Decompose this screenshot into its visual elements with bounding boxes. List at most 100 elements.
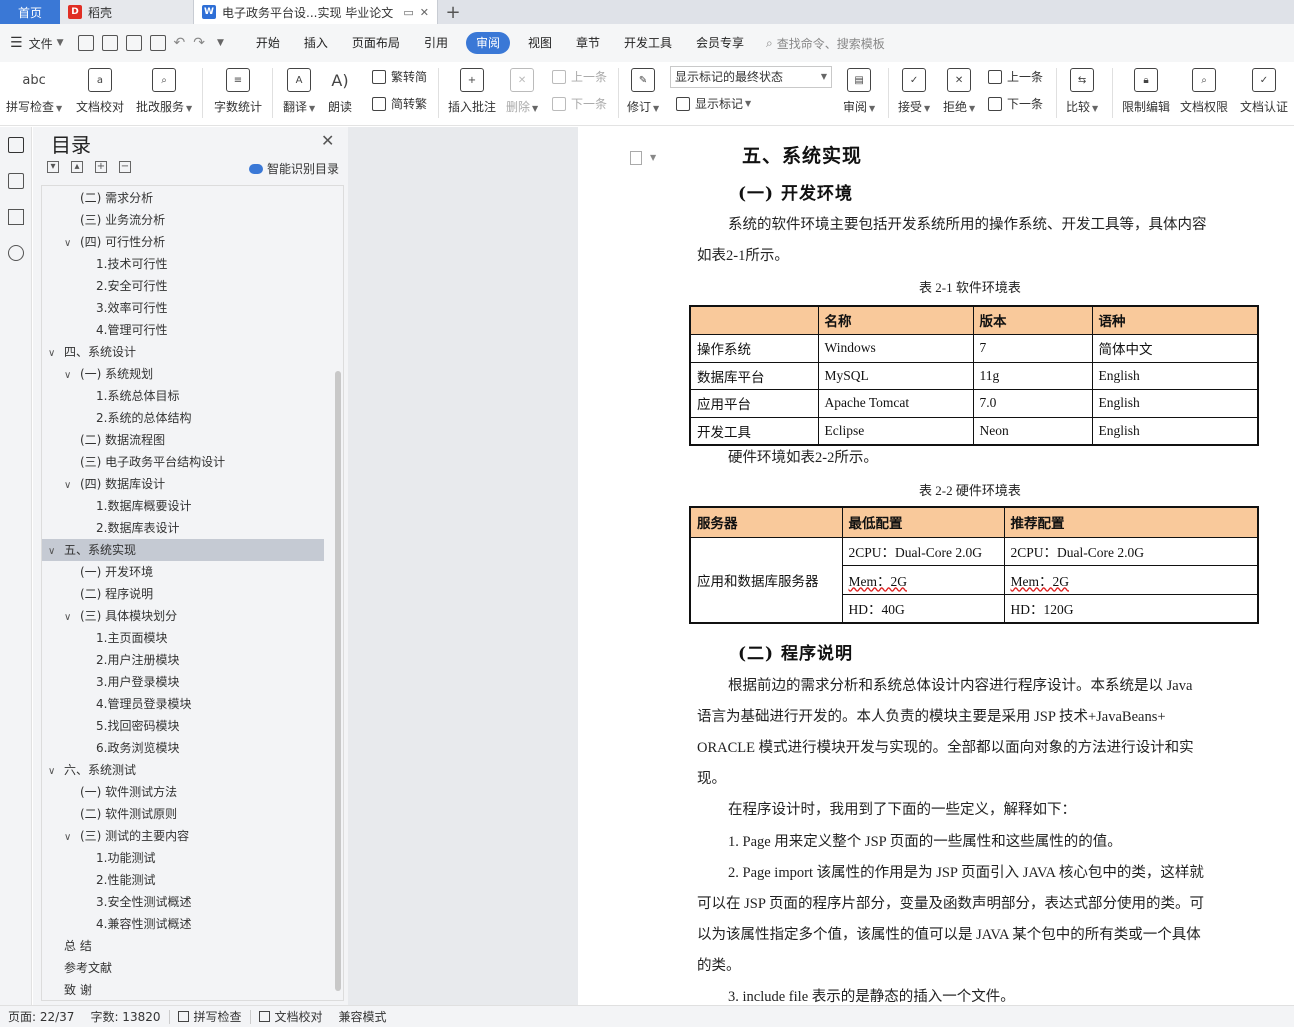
tab-document[interactable]: W 电子政务平台设...实现 毕业论文 ▭ ✕ <box>194 0 438 24</box>
redo-icon[interactable]: ↷ <box>193 35 205 51</box>
toc-item[interactable]: (二) 数据流程图 <box>42 429 324 451</box>
track-changes-button[interactable]: ✎ 修订 ▼ <box>627 68 659 115</box>
next-change-button[interactable]: 下一条 <box>988 95 1043 112</box>
chevron-down-icon[interactable]: ▼ <box>57 38 64 48</box>
document-page[interactable]: ▼ 五、系统实现 (一) 开发环境 系统的软件环境主要包括开发系统所用的操作系统… <box>578 127 1294 1005</box>
close-tab-icon[interactable]: ✕ <box>420 6 429 19</box>
page-layout-icon[interactable] <box>630 151 642 165</box>
tab-home[interactable]: 首页 <box>0 0 60 24</box>
doc-permission-button[interactable]: ⌕ 文档权限 <box>1180 68 1228 115</box>
toc-item[interactable]: (三) 电子政务平台结构设计 <box>42 451 324 473</box>
ribbon-tab[interactable]: 章节 <box>564 32 612 54</box>
chevron-down-icon[interactable]: ∨ <box>64 233 76 255</box>
toc-item[interactable]: (二) 软件测试原则 <box>42 803 324 825</box>
page-indicator[interactable]: 页面: 22/37 <box>0 1008 82 1025</box>
toc-item[interactable]: 2.安全可行性 <box>42 275 324 297</box>
toc-icon[interactable] <box>8 137 24 153</box>
chevron-down-icon[interactable]: ▼ <box>650 153 656 162</box>
window-icon[interactable]: ▭ <box>403 6 413 19</box>
toc-item[interactable]: 2.数据库表设计 <box>42 517 324 539</box>
chevron-down-icon[interactable]: ∨ <box>48 761 60 783</box>
ribbon-tab[interactable]: 页面布局 <box>340 32 412 54</box>
chevron-down-icon[interactable]: ∨ <box>48 541 60 563</box>
close-icon[interactable]: ✕ <box>321 131 334 150</box>
navigation-icon[interactable] <box>8 173 24 189</box>
search-icon[interactable] <box>8 245 24 261</box>
delete-comment-button[interactable]: ✕ 删除 ▼ <box>506 68 538 115</box>
toc-item[interactable]: 致 谢 <box>42 979 324 1000</box>
toc-item[interactable]: 3.效率可行性 <box>42 297 324 319</box>
toc-item[interactable]: (二) 需求分析 <box>42 187 324 209</box>
ribbon-tab[interactable]: 开发工具 <box>612 32 684 54</box>
toc-scrollbar[interactable] <box>335 371 341 991</box>
toc-item[interactable]: ∨ 五、系统实现 <box>42 539 324 561</box>
ribbon-tab[interactable]: 开始 <box>244 32 292 54</box>
markup-state-select[interactable]: 显示标记的最终状态 ▼ <box>670 66 832 88</box>
word-count-indicator[interactable]: 字数: 13820 <box>82 1008 168 1025</box>
bookmark-icon[interactable] <box>8 209 24 225</box>
simp-to-trad-button[interactable]: 简转繁 <box>372 95 427 112</box>
read-aloud-button[interactable]: A) 朗读 <box>328 68 352 115</box>
translate-button[interactable]: A 翻译 ▼ <box>283 68 315 115</box>
toc-item[interactable]: 参考文献 <box>42 957 324 979</box>
toc-item[interactable]: ∨ (四) 数据库设计 <box>42 473 324 495</box>
word-count-button[interactable]: ≡ 字数统计 <box>214 68 262 115</box>
tab-docer[interactable]: D 稻壳 <box>60 0 194 24</box>
chevron-down-icon[interactable]: ∨ <box>64 475 76 497</box>
toc-item[interactable]: 5.找回密码模块 <box>42 715 324 737</box>
restrict-editing-button[interactable]: 🔒︎ 限制编辑 <box>1122 68 1170 115</box>
accept-button[interactable]: ✓ 接受 ▼ <box>898 68 930 115</box>
toc-item[interactable]: ∨ (一) 系统规划 <box>42 363 324 385</box>
toc-item[interactable]: ∨ (四) 可行性分析 <box>42 231 324 253</box>
ribbon-tab[interactable]: 视图 <box>516 32 564 54</box>
toc-item[interactable]: 1.系统总体目标 <box>42 385 324 407</box>
remove-heading-icon[interactable]: − <box>119 161 131 173</box>
add-heading-icon[interactable]: + <box>95 161 107 173</box>
trad-to-simp-button[interactable]: 繁转简 <box>372 68 427 85</box>
toc-item[interactable]: 2.系统的总体结构 <box>42 407 324 429</box>
toc-item[interactable]: ∨ 六、系统测试 <box>42 759 324 781</box>
spell-check-button[interactable]: abc 拼写检查 ▼ <box>6 68 62 115</box>
quick-access-chevron-icon[interactable]: ▼ <box>217 38 224 48</box>
toc-item[interactable]: ∨ (三) 测试的主要内容 <box>42 825 324 847</box>
smart-toc-button[interactable]: 智能识别目录 <box>249 160 339 177</box>
toc-item[interactable]: ∨ 四、系统设计 <box>42 341 324 363</box>
review-pane-button[interactable]: ▤ 审阅 ▼ <box>843 68 875 115</box>
toc-item[interactable]: ∨ (三) 具体模块划分 <box>42 605 324 627</box>
ribbon-tab[interactable]: 会员专享 <box>684 32 756 54</box>
ribbon-tab[interactable]: 插入 <box>292 32 340 54</box>
show-markup-button[interactable]: 显示标记 ▼ <box>676 95 751 112</box>
toc-item[interactable]: 2.性能测试 <box>42 869 324 891</box>
insert-comment-button[interactable]: + 插入批注 <box>448 68 496 115</box>
toc-item[interactable]: (二) 程序说明 <box>42 583 324 605</box>
next-comment-button[interactable]: 下一条 <box>552 95 607 112</box>
toc-item[interactable]: 4.管理可行性 <box>42 319 324 341</box>
chevron-down-icon[interactable]: ∨ <box>64 607 76 629</box>
toc-item[interactable]: 4.管理员登录模块 <box>42 693 324 715</box>
expand-icon[interactable]: ▴ <box>71 161 83 173</box>
toc-item[interactable]: 3.安全性测试概述 <box>42 891 324 913</box>
print-icon[interactable] <box>125 35 142 51</box>
toc-item[interactable]: 1.数据库概要设计 <box>42 495 324 517</box>
status-spell-check[interactable]: 拼写检查 <box>170 1008 250 1025</box>
status-proofread[interactable]: 文档校对 <box>251 1008 331 1025</box>
toc-item[interactable]: 总 结 <box>42 935 324 957</box>
chevron-down-icon[interactable]: ∨ <box>64 365 76 387</box>
toc-item[interactable]: 2.用户注册模块 <box>42 649 324 671</box>
prev-change-button[interactable]: 上一条 <box>988 68 1043 85</box>
toc-item[interactable]: (一) 开发环境 <box>42 561 324 583</box>
compare-button[interactable]: ⇆ 比较 ▼ <box>1066 68 1098 115</box>
toc-item[interactable]: 6.政务浏览模块 <box>42 737 324 759</box>
collapse-all-icon[interactable]: ▾ <box>47 161 59 173</box>
undo-icon[interactable]: ↶ <box>174 35 186 51</box>
menu-icon[interactable]: ☰ <box>10 35 23 51</box>
doc-auth-button[interactable]: ✓ 文档认证 <box>1240 68 1288 115</box>
reject-button[interactable]: ✕ 拒绝 ▼ <box>943 68 975 115</box>
toc-item[interactable]: 1.主页面模块 <box>42 627 324 649</box>
command-search[interactable]: ⌕ 查找命令、搜索模板 <box>766 35 885 52</box>
export-icon[interactable] <box>101 35 118 51</box>
toc-item[interactable]: 4.兼容性测试概述 <box>42 913 324 935</box>
chevron-down-icon[interactable]: ∨ <box>48 343 60 365</box>
save-icon[interactable] <box>77 35 94 51</box>
doc-proofread-button[interactable]: a 文档校对 <box>76 68 124 115</box>
